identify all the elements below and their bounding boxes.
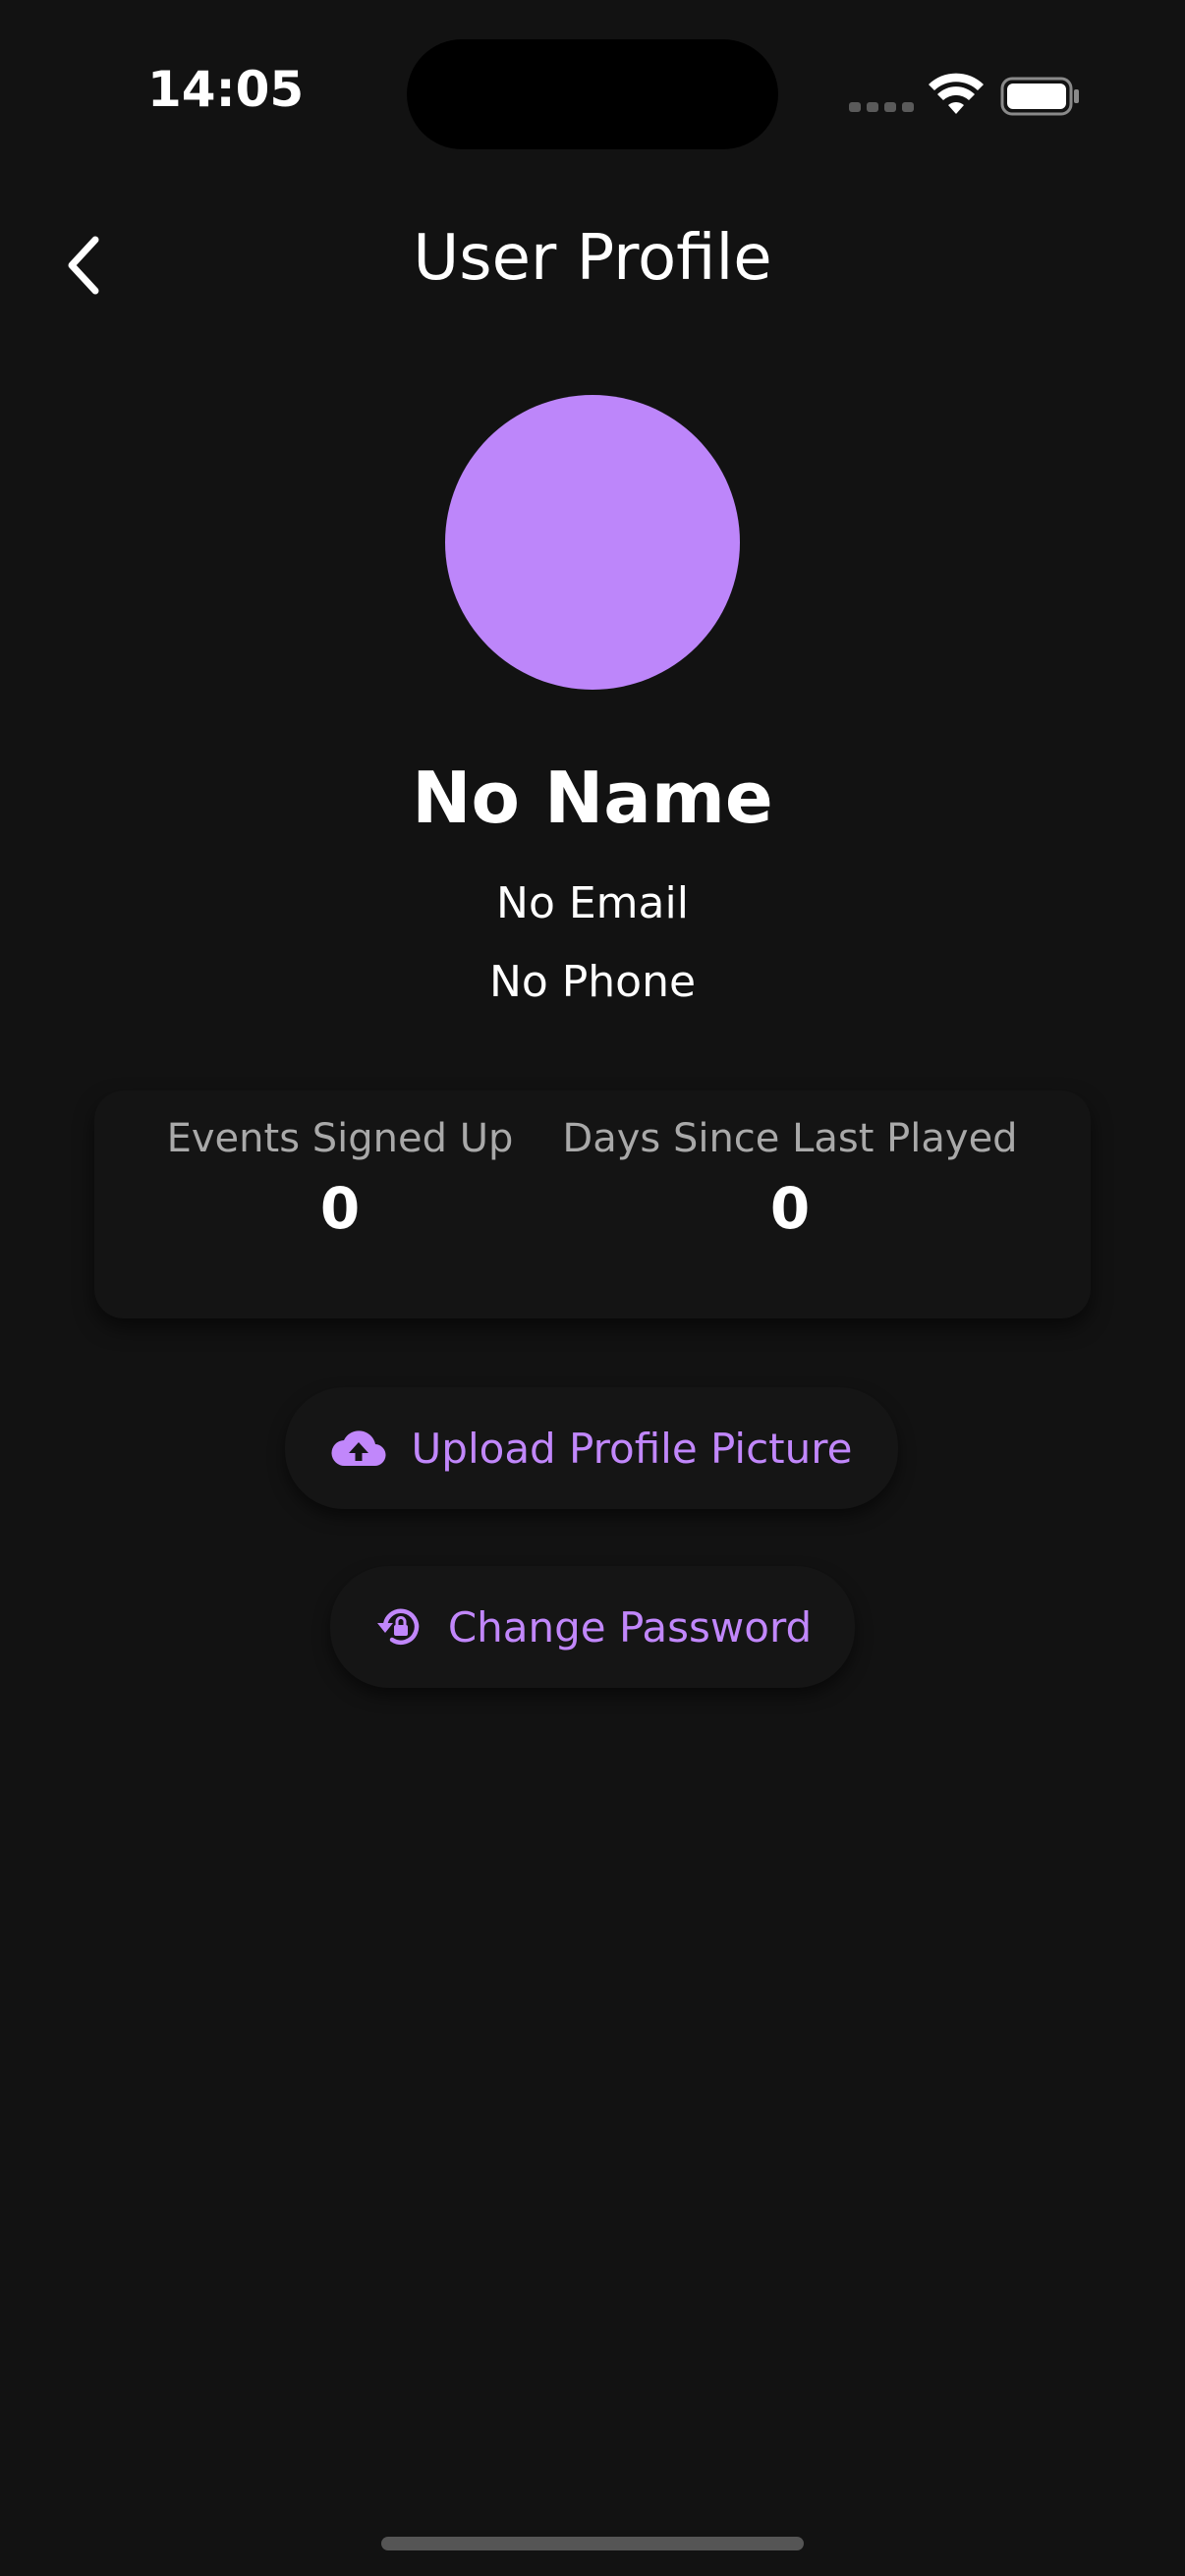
wifi-icon [929,73,984,114]
home-indicator[interactable] [381,2537,804,2550]
page-title: User Profile [413,222,772,295]
stat-events-signed-up: Events Signed Up 0 [143,1116,536,1242]
lock-reset-icon [376,1608,420,1646]
upload-profile-picture-button[interactable]: Upload Profile Picture [285,1387,898,1509]
stat-days-since-last-played: Days Since Last Played 0 [544,1116,1036,1242]
stat-value: 0 [319,1175,361,1242]
battery-icon [1000,77,1079,116]
change-password-label: Change Password [447,1602,813,1652]
stat-value: 0 [769,1175,811,1242]
status-time: 14:05 [147,61,305,118]
change-password-button[interactable]: Change Password [330,1566,855,1688]
user-name: No Name [412,756,773,839]
stat-label: Days Since Last Played [562,1116,1018,1161]
cloud-upload-icon [331,1430,386,1467]
upload-button-label: Upload Profile Picture [411,1424,853,1473]
stat-label: Events Signed Up [166,1116,514,1161]
user-email: No Email [496,878,689,928]
dynamic-island [407,39,778,149]
user-phone: No Phone [488,957,697,1007]
cellular-signal-icon [849,102,914,112]
avatar [445,395,740,690]
